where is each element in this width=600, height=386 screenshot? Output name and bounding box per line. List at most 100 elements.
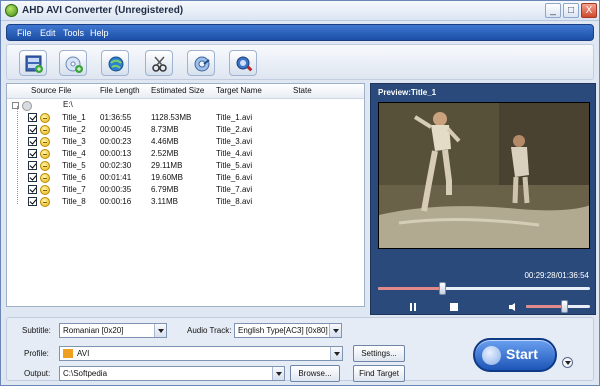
preview-title: Preview:Title_1: [378, 88, 437, 97]
find-target-button[interactable]: Find Target: [353, 365, 405, 382]
start-button[interactable]: Start: [473, 338, 557, 372]
browse-button[interactable]: Browse...: [290, 365, 340, 382]
source-file-cell: Title_3: [62, 137, 86, 146]
window-title: AHD AVI Converter (Unregistered): [22, 5, 184, 16]
file-length-cell: 00:02:30: [100, 161, 132, 170]
output-field[interactable]: C:\Softpedia: [59, 366, 285, 381]
row-checkbox[interactable]: [28, 149, 37, 158]
audio-track-chevron-down-icon[interactable]: [329, 324, 341, 337]
seek-thumb[interactable]: [438, 282, 446, 295]
speaker-icon: [509, 303, 515, 311]
estimated-size-cell: 29.11MB: [151, 161, 183, 170]
close-button[interactable]: X: [581, 3, 597, 18]
menu-file[interactable]: File: [17, 28, 32, 38]
stop-button[interactable]: [450, 303, 458, 311]
pause-button[interactable]: [409, 303, 417, 311]
settings-button[interactable]: Settings...: [353, 345, 405, 362]
file-length-cell: 01:36:55: [100, 113, 132, 122]
source-file-cell: Title_7: [62, 185, 86, 194]
disc-icon: [40, 161, 50, 171]
table-row[interactable]: Title_4 00:00:13 2.52MB Title_4.avi: [7, 148, 364, 160]
add-folder-button[interactable]: [59, 50, 87, 76]
target-name-cell: Title_7.avi: [216, 185, 253, 194]
row-checkbox[interactable]: [28, 137, 37, 146]
audio-track-select[interactable]: English Type[AC3] [0x80]: [234, 323, 342, 338]
menu-bar: File Edit Tools Help: [6, 24, 594, 41]
col-target-name[interactable]: Target Name: [216, 86, 262, 95]
row-checkbox[interactable]: [28, 161, 37, 170]
target-name-cell: Title_2.avi: [216, 125, 253, 134]
target-name-cell: Title_4.avi: [216, 149, 253, 158]
audio-track-label: Audio Track:: [187, 326, 232, 335]
menu-tools[interactable]: Tools: [63, 28, 84, 38]
cut-icon: [152, 56, 167, 72]
volume-thumb[interactable]: [561, 300, 569, 313]
file-length-cell: 00:00:13: [100, 149, 132, 158]
source-file-cell: Title_6: [62, 173, 86, 182]
source-file-cell: Title_2: [62, 125, 86, 134]
cut-button[interactable]: [145, 50, 173, 76]
estimated-size-cell: 6.79MB: [151, 185, 179, 194]
profile-select[interactable]: AVI: [59, 346, 343, 361]
seek-progress: [378, 287, 442, 290]
row-checkbox[interactable]: [28, 197, 37, 206]
settings-icon: [194, 56, 210, 72]
table-row[interactable]: Title_3 00:00:23 4.46MB Title_3.avi: [7, 136, 364, 148]
add-folder-icon: [65, 56, 83, 73]
root-node[interactable]: E:\: [12, 100, 352, 112]
menu-help[interactable]: Help: [90, 28, 109, 38]
col-state[interactable]: State: [293, 86, 312, 95]
search-icon: [236, 56, 253, 72]
minimize-button[interactable]: _: [545, 3, 561, 18]
file-list[interactable]: Source File File Length Estimated Size T…: [6, 83, 365, 307]
estimated-size-cell: 19.60MB: [151, 173, 184, 182]
add-video-button[interactable]: [19, 50, 47, 76]
estimated-size-cell: 4.46MB: [151, 137, 179, 146]
output-chevron-down-icon[interactable]: [272, 367, 284, 380]
web-button[interactable]: [101, 50, 129, 76]
disc-icon: [40, 197, 50, 207]
profile-chevron-down-icon[interactable]: [330, 347, 342, 360]
maximize-button[interactable]: □: [563, 3, 579, 18]
file-length-cell: 00:00:16: [100, 197, 132, 206]
toolbar: [6, 44, 594, 80]
disc-icon: [40, 125, 50, 135]
table-row[interactable]: Title_5 00:02:30 29.11MB Title_5.avi: [7, 160, 364, 172]
add-video-icon: [25, 55, 43, 73]
start-label: Start: [506, 346, 538, 362]
file-length-cell: 00:01:41: [100, 173, 132, 182]
estimated-size-cell: 1128.53MB: [151, 113, 192, 122]
table-row[interactable]: Title_8 00:00:16 3.11MB Title_8.avi: [7, 196, 364, 208]
col-estimated-size[interactable]: Estimated Size: [151, 86, 204, 95]
target-name-cell: Title_3.avi: [216, 137, 253, 146]
row-checkbox[interactable]: [28, 125, 37, 134]
settings-button[interactable]: [187, 50, 215, 76]
target-name-cell: Title_8.avi: [216, 197, 253, 206]
profile-value: AVI: [77, 349, 90, 358]
volume-slider[interactable]: [526, 300, 590, 313]
source-file-cell: Title_1: [62, 113, 86, 122]
row-checkbox[interactable]: [28, 113, 37, 122]
row-checkbox[interactable]: [28, 173, 37, 182]
seek-bar[interactable]: [378, 282, 590, 295]
estimated-size-cell: 2.52MB: [151, 149, 179, 158]
row-checkbox[interactable]: [28, 185, 37, 194]
subtitle-chevron-down-icon[interactable]: [154, 324, 166, 337]
source-file-cell: Title_8: [62, 197, 86, 206]
start-options-chevron-down-icon[interactable]: [562, 357, 573, 368]
table-row[interactable]: Title_1 01:36:55 1128.53MB Title_1.avi: [7, 112, 364, 124]
file-length-cell: 00:00:35: [100, 185, 132, 194]
output-value: C:\Softpedia: [63, 369, 108, 378]
target-name-cell: Title_1.avi: [216, 113, 253, 122]
volume-button[interactable]: [509, 303, 519, 311]
subtitle-select[interactable]: Romanian [0x20]: [59, 323, 167, 338]
col-source-file[interactable]: Source File: [31, 86, 71, 95]
table-row[interactable]: Title_2 00:00:45 8.73MB Title_2.avi: [7, 124, 364, 136]
menu-edit[interactable]: Edit: [40, 28, 56, 38]
table-row[interactable]: Title_7 00:00:35 6.79MB Title_7.avi: [7, 184, 364, 196]
stop-icon: [450, 303, 458, 311]
col-file-length[interactable]: File Length: [100, 86, 140, 95]
disc-icon: [40, 137, 50, 147]
table-row[interactable]: Title_6 00:01:41 19.60MB Title_6.avi: [7, 172, 364, 184]
search-button[interactable]: [229, 50, 257, 76]
